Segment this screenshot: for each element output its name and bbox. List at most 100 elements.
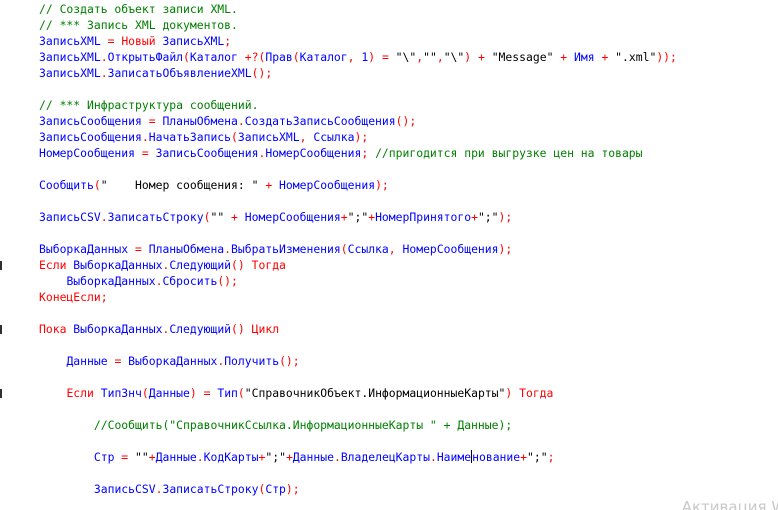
code-token: ЗаписьСообщения: [39, 130, 142, 144]
code-token: +: [520, 450, 527, 464]
code-token: ();: [395, 114, 417, 128]
code-token: ЗаписьСообщения: [39, 114, 142, 128]
code-token: "\": [395, 50, 417, 64]
code-token: //Сообщить("СправочникСсылка.Информацион…: [93, 418, 513, 432]
code-token: ВыборкаДанных: [128, 354, 218, 368]
code-token: ) +: [464, 50, 492, 64]
code-line[interactable]: Сообщить(" Номер сообщения: " + НомерСоо…: [39, 177, 389, 193]
code-token: ЗаписьXML: [162, 34, 225, 48]
code-line[interactable]: КонецЕсли;: [39, 289, 108, 305]
code-token: ВыборкаДанных: [73, 258, 163, 272]
code-token: =: [141, 114, 163, 128]
code-token: (: [141, 386, 149, 400]
code-token: Если: [66, 386, 94, 400]
code-token: Стр: [265, 482, 286, 496]
code-token: .: [429, 450, 437, 464]
code-line[interactable]: НомерСообщения = ЗаписьСообщения.НомерСо…: [39, 145, 643, 161]
code-token: Прав: [265, 50, 293, 64]
code-token: НомерСообщения: [265, 146, 362, 160]
code-token: " Номер сообщения: ": [100, 178, 259, 192]
code-token: +: [148, 450, 156, 464]
code-line[interactable]: // *** Инфраструктура сообщений.: [39, 97, 258, 113]
code-token: );: [375, 178, 389, 192]
code-token: .: [196, 450, 204, 464]
code-token: Если: [39, 258, 67, 272]
code-token: );: [354, 130, 369, 144]
code-token: ПланыОбмена: [148, 242, 225, 256]
code-token: ЗаписьCSV: [39, 210, 101, 224]
code-token: Наиме: [436, 450, 472, 464]
code-token: ЗаписатьСтроку: [107, 210, 204, 224]
code-token: ОткрытьФайл: [107, 50, 184, 64]
code-token: (: [93, 178, 101, 192]
code-token: ЗаписьCSV: [93, 482, 156, 496]
code-line[interactable]: //Сообщить("СправочникСсылка.Информацион…: [39, 417, 512, 433]
code-line[interactable]: ЗаписьСообщения = ПланыОбмена.СоздатьЗап…: [39, 113, 416, 129]
code-token: +: [594, 50, 616, 64]
code-token: Данные: [66, 354, 108, 368]
code-line[interactable]: ЗаписьCSV.ЗаписатьСтроку(Стр);: [39, 481, 300, 497]
code-token: .: [100, 66, 108, 80]
code-token: ";": [527, 450, 548, 464]
code-line[interactable]: ЗаписьXML.ОткрытьФайл(Каталог +?(Прав(Ка…: [39, 49, 677, 65]
code-token: ;: [224, 34, 232, 48]
code-token: ();: [279, 354, 300, 368]
code-token: НачатьЗапись: [148, 130, 232, 144]
code-token: ";": [347, 210, 369, 224]
code-token: ;: [547, 450, 555, 464]
code-token: Пока: [39, 322, 67, 336]
code-token: НомерСообщения: [402, 242, 499, 256]
fold-marker[interactable]: [0, 325, 2, 334]
code-token: ,: [436, 50, 444, 64]
code-token: Сбросить: [162, 274, 218, 288]
code-editor[interactable]: // Создать объект записи XML. // *** Запи…: [0, 0, 778, 510]
code-line[interactable]: ЗаписьXML.ЗаписатьОбъявлениеXML();: [39, 65, 272, 81]
code-token: Следующий: [169, 322, 232, 336]
code-token: // Создать объект записи XML.: [39, 2, 238, 16]
code-line[interactable]: Данные = ВыборкаДанных.Получить();: [39, 353, 300, 369]
code-line[interactable]: // *** Запись XML документов.: [39, 17, 238, 33]
code-token: Данные: [148, 386, 190, 400]
code-token: ();: [217, 274, 238, 288]
code-line[interactable]: ВыборкаДанных = ПланыОбмена.ВыбратьИзмен…: [39, 241, 512, 257]
code-token: Данные: [155, 450, 197, 464]
code-token: НомерСообщения: [39, 146, 136, 160]
code-token: Стр: [93, 450, 115, 464]
code-token: +: [258, 178, 280, 192]
code-token: =: [100, 34, 122, 48]
code-token: );: [498, 210, 513, 224]
code-token: ЗаписатьОбъявлениеXML: [107, 66, 252, 80]
code-token: ЗаписьXML: [39, 66, 101, 80]
code-token: ();: [251, 66, 273, 80]
code-line[interactable]: // Создать объект записи XML.: [39, 1, 238, 17]
code-token: ЗаписьСообщения: [155, 146, 259, 160]
code-token: Новый: [121, 34, 156, 48]
code-token: Сообщить: [39, 178, 94, 192]
code-line[interactable]: ЗаписьСообщения.НачатьЗапись(ЗаписьXML, …: [39, 129, 368, 145]
code-token: ));: [656, 50, 677, 64]
code-line[interactable]: Если ТипЗнч(Данные) = Тип("СправочникОбъ…: [39, 385, 553, 401]
fold-marker[interactable]: [0, 389, 2, 398]
line-gutter: [0, 0, 8, 510]
code-line[interactable]: ЗаписьCSV.ЗаписатьСтроку("" + НомерСообщ…: [39, 209, 512, 225]
code-line[interactable]: Пока ВыборкаДанных.Следующий() Цикл: [39, 321, 279, 337]
code-line[interactable]: ЗаписьXML = Новый ЗаписьXML;: [39, 33, 231, 49]
code-token: ) =: [189, 386, 218, 400]
code-line[interactable]: Если ВыборкаДанных.Следующий() Тогда: [39, 257, 286, 273]
code-token: Цикл: [251, 322, 280, 336]
code-token: Тогда: [519, 386, 554, 400]
code-line[interactable]: Стр = ""+Данные.КодКарты+";"+Данные.Влад…: [39, 449, 554, 465]
code-line[interactable]: ВыборкаДанных.Сбросить();: [39, 273, 238, 289]
code-token: Ссылка: [347, 242, 389, 256]
fold-marker[interactable]: [0, 261, 2, 270]
code-token: ,: [388, 242, 403, 256]
code-token: =: [114, 450, 136, 464]
code-token: Ссылка: [313, 130, 355, 144]
code-token: Следующий: [169, 258, 232, 272]
code-token: Тип: [217, 386, 238, 400]
code-token: ЗаписатьСтроку: [162, 482, 259, 496]
